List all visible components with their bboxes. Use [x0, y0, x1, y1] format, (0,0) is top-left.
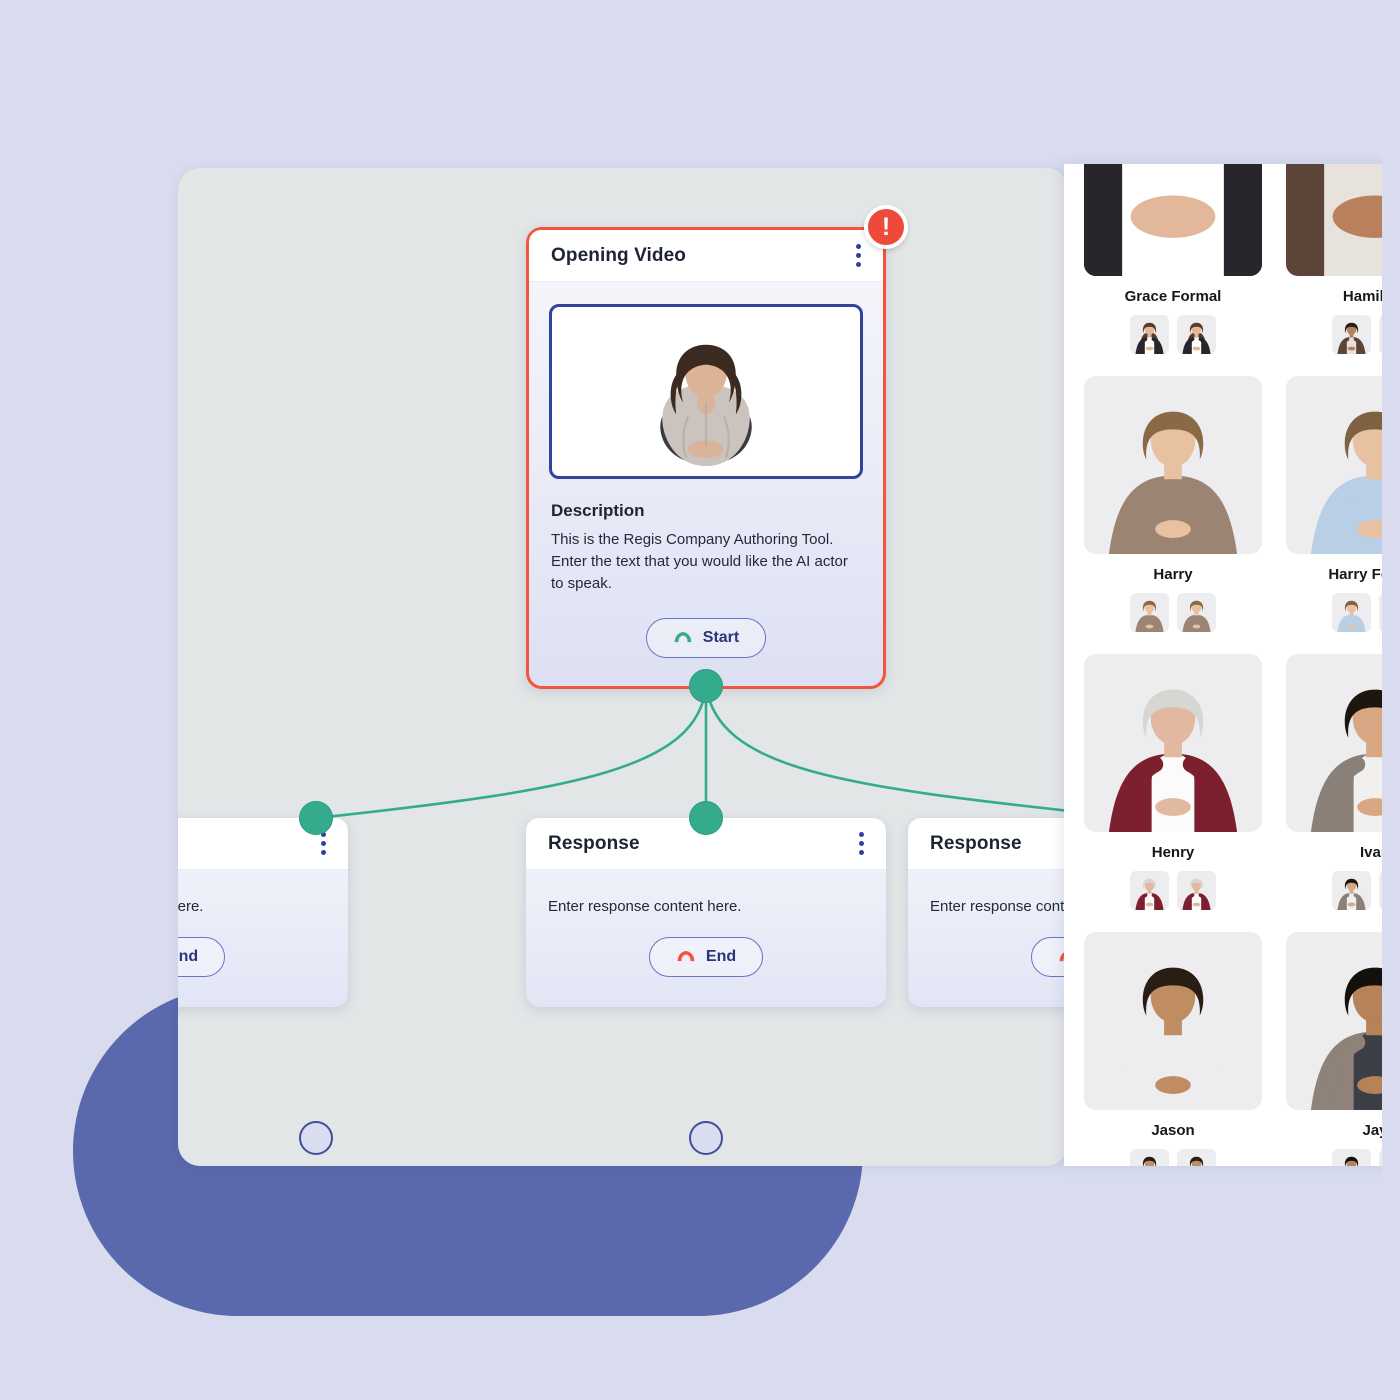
avatar-card[interactable]: Harry — [1084, 376, 1262, 646]
end-button-label: End — [705, 948, 737, 965]
avatar-image[interactable] — [1286, 654, 1382, 832]
response-content[interactable]: Enter response content here. — [178, 870, 348, 915]
end-button[interactable]: End — [648, 937, 764, 977]
avatar-pose-thumbnail[interactable] — [1130, 315, 1169, 354]
avatar-name: Harry — [1153, 566, 1193, 583]
avatar-pose-thumbnails — [1286, 1149, 1382, 1166]
avatar-grid: Grace Formal Hamil Harry Harry F Henry I… — [1084, 164, 1382, 1166]
error-exclamation-icon[interactable]: ! — [864, 205, 908, 249]
anchor-source-opening[interactable] — [689, 669, 723, 703]
anchor-source-response-1[interactable] — [299, 1121, 333, 1155]
avatar-image[interactable] — [1286, 932, 1382, 1110]
avatar-pose-thumbnails — [1084, 593, 1262, 646]
avatar-name: Hamilton — [1342, 288, 1382, 305]
avatar-pose-thumbnail[interactable] — [1177, 593, 1216, 632]
node-title: Response — [548, 832, 640, 854]
node-header: Response — [908, 818, 1068, 870]
phone-start-icon — [674, 632, 692, 643]
end-button[interactable]: End — [1030, 937, 1068, 977]
description-text: This is the Regis Company Authoring Tool… — [551, 531, 848, 592]
avatar-image[interactable] — [1084, 654, 1262, 832]
avatar-image[interactable] — [1084, 376, 1262, 554]
ai-actor-female-preview — [660, 344, 752, 467]
avatar-name: Henry — [1151, 844, 1195, 861]
avatar-pose-thumbnail[interactable] — [1130, 871, 1169, 910]
avatar-name: Harry Formal — [1328, 566, 1382, 583]
node-header: Opening Video — [529, 230, 883, 282]
avatar-pose-thumbnail[interactable] — [1379, 871, 1382, 910]
avatar-pose-thumbnails — [1286, 315, 1382, 368]
node-response[interactable]: Response Enter response content here. En… — [908, 818, 1068, 1007]
avatar-pose-thumbnail[interactable] — [1177, 1149, 1216, 1166]
video-preview[interactable] — [549, 304, 863, 479]
avatar-image[interactable] — [1084, 932, 1262, 1110]
avatar-pose-thumbnail[interactable] — [1332, 315, 1371, 354]
avatar-pose-thumbnail[interactable] — [1332, 1149, 1371, 1166]
response-content[interactable]: Enter response content here. — [526, 870, 886, 915]
avatar-pose-thumbnail[interactable] — [1379, 315, 1382, 354]
avatar-card[interactable]: Grace Formal — [1084, 164, 1262, 368]
start-button-label: Start — [702, 629, 740, 647]
avatar-name: Ivan — [1359, 844, 1382, 861]
node-response[interactable]: Response Enter response content here. En… — [526, 818, 886, 1007]
node-opening-video[interactable]: ! Opening Video Description This is the … — [526, 205, 908, 690]
anchor-target-response-2[interactable] — [689, 801, 723, 835]
avatar-pose-thumbnail[interactable] — [1379, 1149, 1382, 1166]
avatar-pose-thumbnail[interactable] — [1177, 871, 1216, 910]
kebab-menu-icon[interactable] — [852, 240, 865, 271]
anchor-source-response-2[interactable] — [689, 1121, 723, 1155]
flow-canvas[interactable]: ! Opening Video Description This is the … — [178, 168, 1068, 1166]
avatar-pose-thumbnail[interactable] — [1130, 593, 1169, 632]
node-title: Opening Video — [551, 244, 687, 266]
phone-hangup-icon — [677, 951, 695, 962]
start-button[interactable]: Start — [645, 618, 767, 659]
anchor-target-response-1[interactable] — [299, 801, 333, 835]
node-response[interactable]: Response Enter response content here. En… — [178, 818, 348, 1007]
avatar-card[interactable]: Ivan — [1286, 654, 1382, 924]
avatar-pose-thumbnail[interactable] — [1177, 315, 1216, 354]
avatar-pose-thumbnails — [1084, 871, 1262, 924]
avatar-card[interactable]: Jason — [1084, 932, 1262, 1166]
avatar-pose-thumbnails — [1084, 315, 1262, 368]
avatar-pose-thumbnails — [1286, 871, 1382, 924]
end-button[interactable]: End — [178, 937, 226, 977]
avatar-card[interactable]: Jay — [1286, 932, 1382, 1166]
avatar-image[interactable] — [1286, 376, 1382, 554]
avatar-name: Jason — [1151, 1122, 1195, 1139]
avatar-pose-thumbnail[interactable] — [1332, 871, 1371, 910]
response-content[interactable]: Enter response content here. — [908, 870, 1068, 915]
avatar-library-panel[interactable]: Grace Formal Hamil Harry Harry F Henry I… — [1064, 164, 1382, 1166]
avatar-pose-thumbnail[interactable] — [1130, 1149, 1169, 1166]
avatar-pose-thumbnail[interactable] — [1379, 593, 1382, 632]
avatar-name: Grace Formal — [1124, 288, 1222, 305]
page-plate: ! Opening Video Description This is the … — [18, 18, 1382, 1382]
avatar-card[interactable]: Henry — [1084, 654, 1262, 924]
avatar-card[interactable]: Hamilton — [1286, 164, 1382, 368]
avatar-pose-thumbnail[interactable] — [1332, 593, 1371, 632]
avatar-card[interactable]: Harry Formal — [1286, 376, 1382, 646]
avatar-image[interactable] — [1084, 164, 1262, 276]
end-button-label: End — [178, 948, 199, 965]
avatar-pose-thumbnails — [1286, 593, 1382, 646]
avatar-pose-thumbnails — [1084, 1149, 1262, 1166]
description-block: Description This is the Regis Company Au… — [529, 479, 883, 594]
description-label: Description — [551, 501, 645, 520]
avatar-image[interactable] — [1286, 164, 1382, 276]
node-title: Response — [930, 832, 1022, 854]
kebab-menu-icon[interactable] — [855, 828, 868, 859]
avatar-name: Jay — [1362, 1122, 1382, 1139]
